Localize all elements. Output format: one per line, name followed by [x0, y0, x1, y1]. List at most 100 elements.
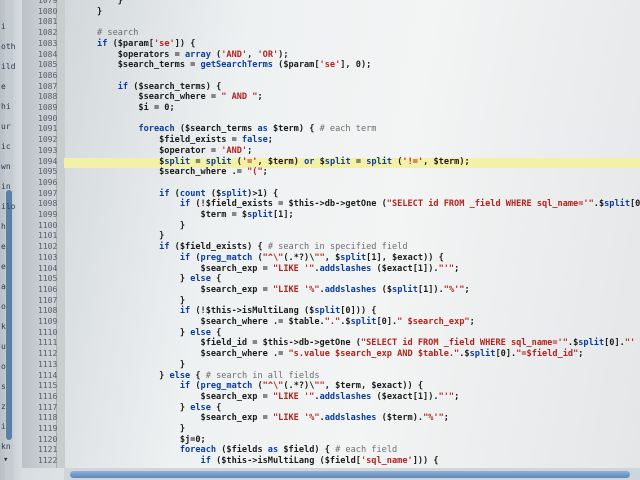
code-line[interactable]: $term = $split[1];: [66, 210, 294, 220]
line-number: 1086: [38, 70, 58, 80]
code-line[interactable]: $field_exists = false;: [66, 135, 273, 145]
code-line[interactable]: $split = split ('=', $term) or $split = …: [66, 157, 470, 167]
left-panel-text: e: [1, 82, 6, 91]
code-line[interactable]: if ($param['se']) {: [66, 39, 195, 49]
left-panel-text: o: [1, 302, 6, 311]
scroll-down-arrow-icon[interactable]: ▾: [3, 455, 8, 465]
code-line[interactable]: }: [66, 424, 185, 434]
code-line[interactable]: } else {: [66, 328, 221, 338]
code-line[interactable]: } else {: [66, 403, 221, 413]
line-number: 1115: [38, 381, 58, 391]
line-number: 1080: [38, 6, 58, 16]
line-number: 1079: [38, 0, 58, 5]
code-line[interactable]: $search_where .= "s.value $search_exp AN…: [66, 349, 584, 359]
left-panel-text: wn: [1, 162, 11, 171]
left-panel-text: oth: [1, 42, 16, 51]
left-panel-text: ic: [1, 142, 11, 151]
line-number: 1099: [38, 210, 58, 219]
code-line[interactable]: } else {: [66, 274, 221, 284]
editor-screen: i oth ild e hi ur ic wn in ilo h e e a o k u o s z i kn ▾ 107…: [0, 0, 640, 480]
line-number: 1112: [38, 349, 58, 359]
code-line[interactable]: $field_id = $this->db->getOne ("SELECT i…: [66, 338, 640, 348]
left-panel-text: e: [1, 242, 6, 251]
code-line[interactable]: if (count ($split)>1) {: [66, 189, 278, 199]
code-line[interactable]: $search_exp = "LIKE '".addslashes ($exac…: [66, 392, 460, 402]
line-number: 1102: [38, 242, 58, 252]
line-number: 1094: [38, 156, 58, 166]
code-line[interactable]: if ($this->isMultiLang ($field['sql_name…: [66, 456, 439, 466]
code-line[interactable]: } else { # search in all fields: [66, 371, 319, 381]
line-number: 1097: [38, 188, 58, 198]
code-line[interactable]: if (!$field_exists = $this->db->getOne (…: [66, 199, 640, 209]
line-number: 1098: [38, 199, 58, 209]
line-number: 1088: [38, 92, 58, 102]
line-number: 1111: [38, 338, 58, 348]
line-number: 1107: [38, 295, 58, 305]
line-number: 1122: [38, 456, 58, 466]
left-panel-text: i: [1, 22, 6, 31]
line-number: 1116: [38, 391, 58, 401]
left-panel-text: in: [1, 182, 11, 191]
left-side-panel: i oth ild e hi ur ic wn in ilo h e e a o k u o s z i kn ▾: [0, 0, 22, 480]
code-line[interactable]: $i = 0;: [66, 103, 174, 113]
left-panel-text: o: [1, 362, 6, 371]
left-panel-text: ild: [1, 62, 16, 71]
code-line[interactable]: if (preg_match ("^\"(.*?)\"", $split[1],…: [66, 253, 444, 263]
code-line[interactable]: $search_where = " AND ";: [66, 92, 262, 102]
code-line[interactable]: $search_exp = "LIKE '".addslashes ($exac…: [66, 264, 460, 274]
line-number: 1106: [38, 284, 58, 294]
code-editor[interactable]: } } # search if ($param['se']) { $operat…: [66, 0, 640, 468]
left-scrollbar-thumb[interactable]: [6, 190, 12, 440]
line-number: 1091: [38, 124, 58, 134]
line-number: 1096: [38, 177, 58, 187]
line-number: 1090: [38, 113, 58, 123]
line-number: 1083: [38, 38, 58, 48]
code-line[interactable]: foreach ($search_terms as $term) { # eac…: [66, 124, 376, 134]
left-panel-text: kn: [1, 442, 11, 451]
code-line[interactable]: $search_where .= $table.".".$split[0]." …: [66, 317, 475, 327]
code-line[interactable]: foreach ($fields as $field) { # each fie…: [66, 445, 397, 455]
left-panel-text: e: [1, 262, 6, 271]
code-line[interactable]: # search: [66, 28, 138, 38]
left-panel-text: u: [1, 342, 6, 351]
code-line[interactable]: $search_terms = getSearchTerms ($param['…: [66, 60, 372, 70]
line-number: 1113: [38, 359, 58, 369]
code-line[interactable]: }: [66, 231, 164, 241]
code-line[interactable]: $j=0;: [66, 435, 206, 445]
line-number: 1095: [38, 167, 58, 177]
line-number: 1092: [38, 135, 58, 145]
code-line[interactable]: $search_exp = "LIKE '%".addslashes ($ter…: [66, 413, 449, 423]
horizontal-scrollbar-thumb[interactable]: [70, 471, 630, 478]
line-number: 1105: [38, 274, 58, 284]
line-number: 1104: [38, 263, 58, 273]
line-number: 1089: [38, 103, 58, 112]
code-line[interactable]: if (!$this->isMultiLang ($split[0])) {: [66, 306, 377, 316]
code-line[interactable]: if ($field_exists) { # search in specifi…: [66, 242, 407, 252]
code-line[interactable]: }: [66, 221, 185, 231]
line-number: 1087: [38, 81, 58, 91]
left-panel-text: s: [1, 382, 6, 391]
line-number: 1121: [38, 445, 58, 455]
left-panel-text: hi: [1, 102, 11, 111]
left-panel-text: a: [1, 282, 6, 291]
code-line[interactable]: if ($search_terms) {: [66, 82, 222, 92]
code-line[interactable]: }: [66, 360, 185, 370]
line-number: 1093: [38, 145, 58, 155]
line-number: 1084: [38, 49, 58, 59]
horizontal-scrollbar[interactable]: [64, 468, 640, 480]
code-line[interactable]: $search_exp = "LIKE '%".addslashes ($spl…: [66, 285, 470, 295]
line-number: 1109: [38, 317, 58, 326]
line-number: 1117: [38, 402, 58, 412]
code-line[interactable]: }: [66, 296, 185, 306]
line-number: 1120: [38, 434, 58, 444]
code-line[interactable]: $search_where .= "(";: [66, 167, 268, 177]
line-number: 1103: [38, 252, 58, 262]
left-panel-text: h: [1, 222, 6, 231]
code-line[interactable]: }: [66, 0, 123, 6]
code-line[interactable]: }: [66, 7, 102, 17]
code-line[interactable]: $operators = array ('AND', 'OR');: [66, 50, 289, 60]
code-line[interactable]: if (preg_match ("^\"(.*?)\"", $term, $ex…: [66, 381, 423, 391]
code-line[interactable]: $operator = 'AND';: [66, 146, 252, 156]
line-number: 1100: [38, 220, 58, 230]
left-panel-text: k: [1, 322, 6, 331]
